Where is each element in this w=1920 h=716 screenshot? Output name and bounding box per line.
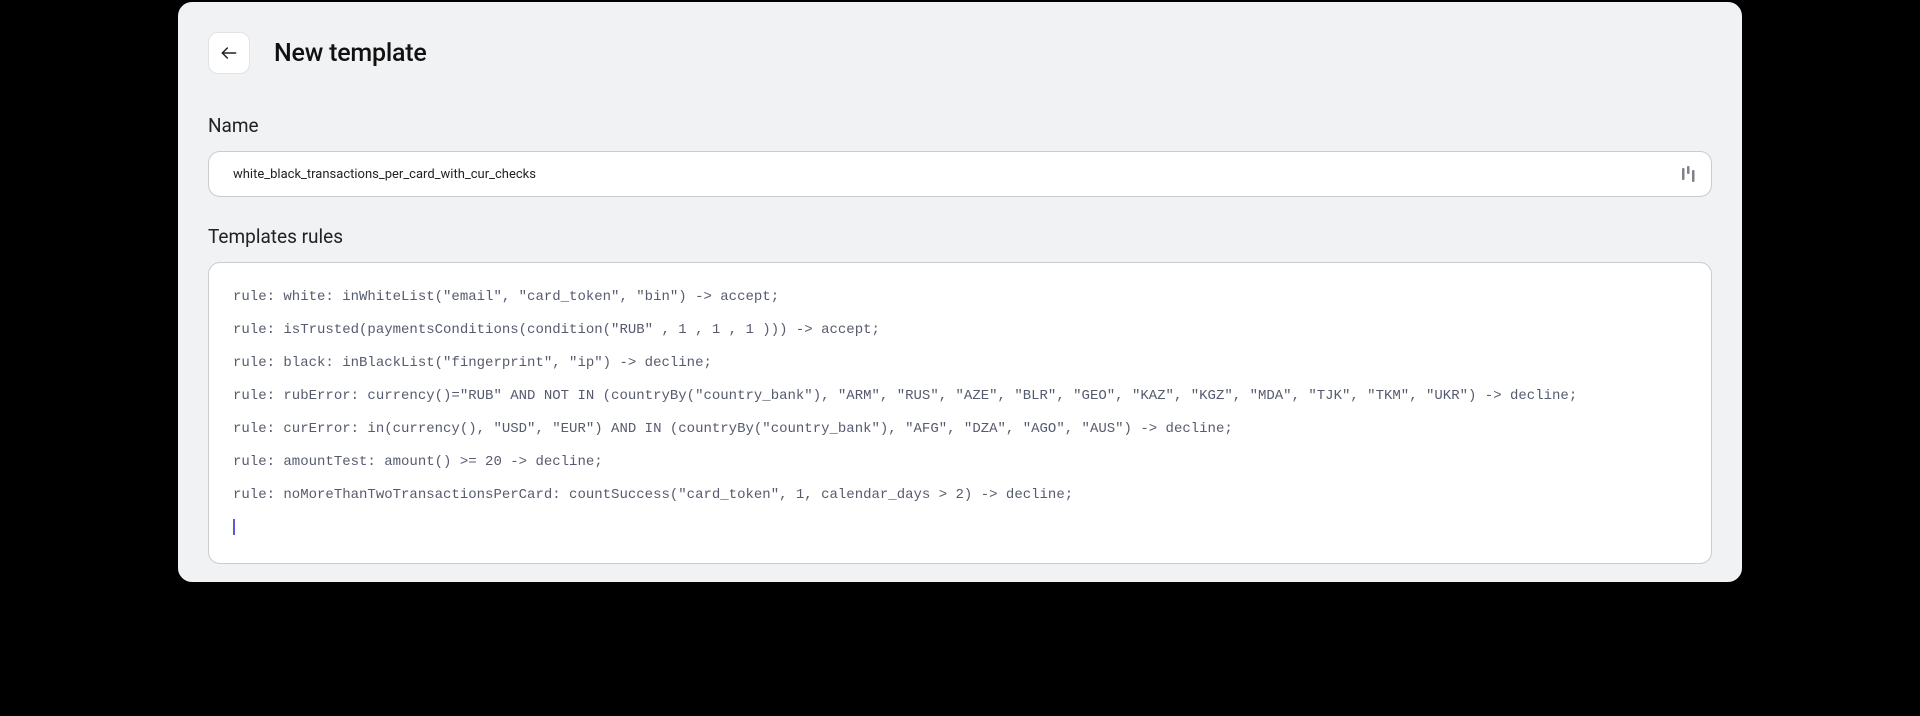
page-title: New template	[274, 39, 427, 68]
adjust-icon[interactable]	[1681, 166, 1695, 182]
rule-line: rule: amountTest: amount() >= 20 -> decl…	[233, 452, 1687, 473]
rule-line: rule: black: inBlackList("fingerprint", …	[233, 353, 1687, 374]
rules-editor[interactable]: rule: white: inWhiteList("email", "card_…	[208, 262, 1712, 564]
template-editor-panel: New template Name Templates rules rule: …	[176, 0, 1744, 584]
rule-line: rule: white: inWhiteList("email", "card_…	[233, 287, 1687, 308]
rule-line: rule: curError: in(currency(), "USD", "E…	[233, 419, 1687, 440]
name-field-group: Name	[208, 114, 1712, 197]
rule-line: rule: noMoreThanTwoTransactionsPerCard: …	[233, 485, 1687, 506]
back-button[interactable]	[208, 32, 250, 74]
text-cursor	[233, 519, 235, 535]
arrow-left-icon	[219, 43, 239, 63]
rule-line: rule: rubError: currency()="RUB" AND NOT…	[233, 386, 1687, 407]
header-row: New template	[208, 32, 1712, 74]
rules-field-group: Templates rules rule: white: inWhiteList…	[208, 225, 1712, 564]
name-input[interactable]	[233, 167, 1663, 182]
rules-label: Templates rules	[208, 225, 1712, 248]
rule-line: rule: isTrusted(paymentsConditions(condi…	[233, 320, 1687, 341]
name-label: Name	[208, 114, 1712, 137]
name-input-container	[208, 151, 1712, 197]
